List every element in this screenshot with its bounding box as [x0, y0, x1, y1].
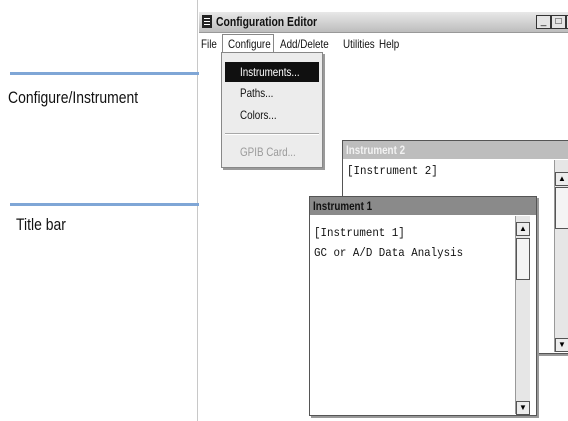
menu-item-paths[interactable]: Paths...	[225, 83, 319, 103]
scroll-thumb[interactable]	[516, 238, 530, 280]
menu-configure[interactable]: Configure	[228, 37, 271, 51]
configure-dropdown-menu: Instruments... Paths... Colors... GPIB C…	[221, 52, 323, 168]
menu-add-delete[interactable]: Add/Delete	[280, 37, 329, 51]
instrument-1-scrollbar[interactable]: ▲ ▼	[515, 216, 530, 415]
instrument-1-line-2: GC or A/D Data Analysis	[314, 246, 464, 260]
scroll-down-button[interactable]: ▼	[555, 338, 568, 352]
instrument-1-title-bar[interactable]: Instrument 1	[310, 197, 536, 215]
menu-item-instruments-label: Instruments...	[240, 65, 300, 79]
callout-label-configure: Configure/Instrument	[8, 88, 139, 107]
menu-bar: File Configure Add/Delete Utilities Help	[199, 33, 568, 54]
menu-help[interactable]: Help	[379, 37, 399, 51]
scroll-thumb[interactable]	[555, 187, 568, 229]
instrument-2-line-1: [Instrument 2]	[347, 164, 438, 178]
app-icon[interactable]	[202, 15, 212, 28]
instrument-1-title: Instrument 1	[313, 199, 373, 213]
instrument-2-title-bar[interactable]: Instrument 2	[343, 141, 568, 159]
menu-item-colors[interactable]: Colors...	[225, 105, 319, 125]
menu-item-instruments[interactable]: Instruments...	[225, 62, 319, 82]
window-title-bar[interactable]: Configuration Editor _ □ x	[199, 12, 568, 33]
minimize-button[interactable]: _	[536, 15, 551, 29]
menu-file[interactable]: File	[201, 37, 217, 51]
scroll-up-button[interactable]: ▲	[516, 222, 530, 236]
scroll-up-button[interactable]: ▲	[555, 172, 568, 186]
instrument-2-title: Instrument 2	[346, 143, 406, 157]
menu-item-paths-label: Paths...	[240, 86, 274, 100]
menu-utilities[interactable]: Utilities	[343, 37, 375, 51]
menu-item-gpib-card-label: GPIB Card...	[240, 145, 296, 159]
menu-item-gpib-card: GPIB Card...	[225, 142, 319, 162]
menu-item-colors-label: Colors...	[240, 108, 277, 122]
scroll-down-button[interactable]: ▼	[516, 401, 530, 415]
window-title: Configuration Editor	[216, 14, 318, 29]
callout-line-configure	[10, 72, 212, 75]
menu-separator	[225, 133, 319, 135]
instrument-2-scrollbar[interactable]: ▲ ▼	[554, 160, 568, 352]
instrument-1-window[interactable]: Instrument 1 [Instrument 1] GC or A/D Da…	[309, 196, 537, 416]
maximize-button[interactable]: □	[551, 15, 566, 29]
instrument-1-line-1: [Instrument 1]	[314, 226, 405, 240]
divider-line	[197, 0, 198, 421]
configuration-editor-window: Configuration Editor _ □ x File Configur…	[199, 12, 568, 421]
callout-label-titlebar: Title bar	[16, 215, 66, 234]
